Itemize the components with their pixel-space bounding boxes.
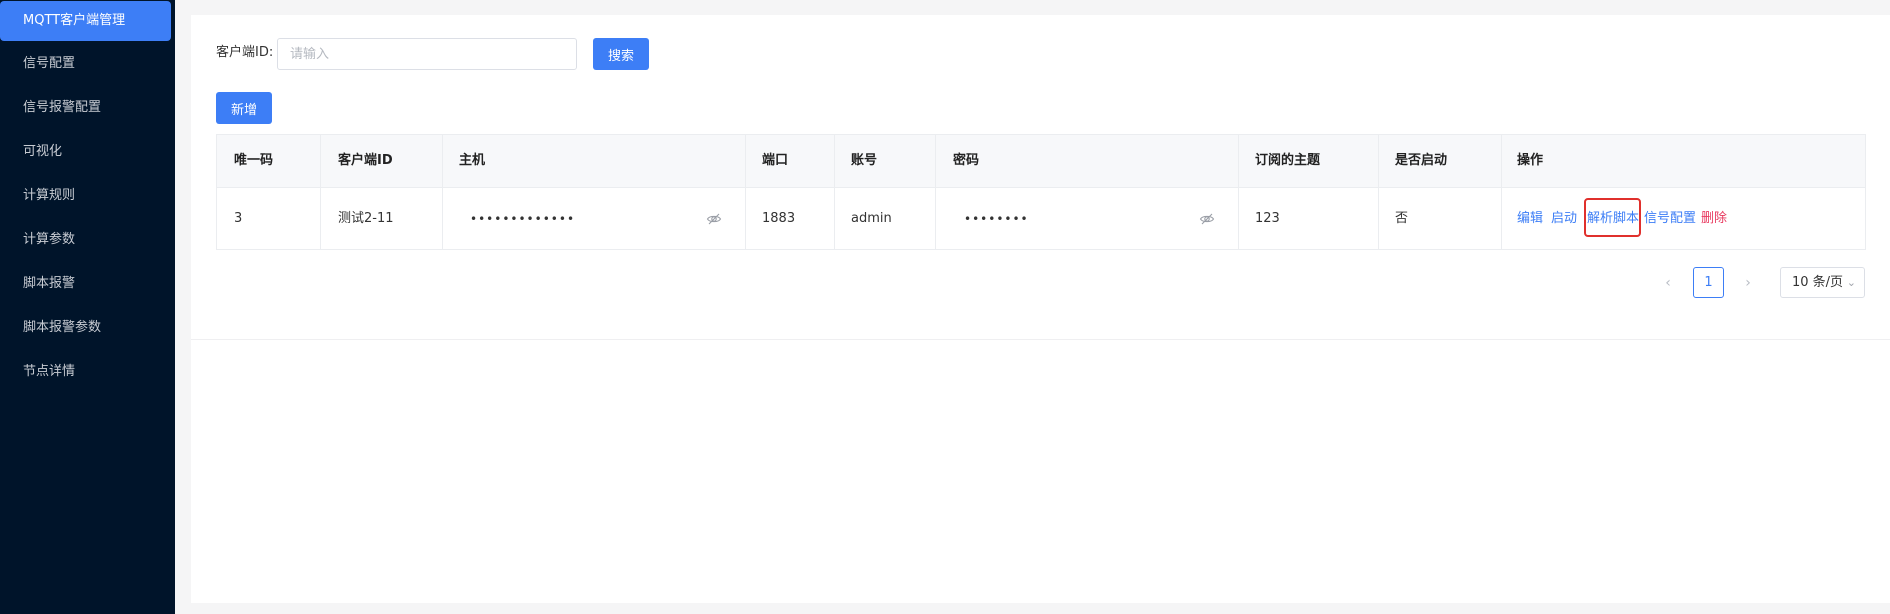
cell-password-masked: •••••••• [964, 212, 1029, 226]
chevron-down-icon: ⌄ [1846, 276, 1856, 289]
edit-link[interactable]: 编辑 [1517, 211, 1543, 227]
cell-account: admin [851, 211, 892, 226]
column-header-id: 唯一码 [234, 153, 274, 168]
page-number-current[interactable]: 1 [1693, 267, 1724, 298]
sidebar: MQTT客户端管理 信号配置 信号报警配置 可视化 计算规则 计算参数 脚本报警… [0, 0, 175, 614]
cell-port: 1883 [762, 211, 796, 226]
delete-link[interactable]: 删除 [1701, 211, 1727, 227]
next-page-button[interactable]: › [1740, 270, 1756, 296]
sidebar-item-signal-config[interactable]: 信号配置 [0, 44, 171, 84]
column-header-actions: 操作 [1517, 153, 1544, 168]
eye-off-icon[interactable] [1199, 211, 1215, 227]
signal-config-link[interactable]: 信号配置 [1644, 211, 1696, 227]
cell-client-id: 测试2-11 [338, 211, 394, 226]
table-header: 唯一码 客户端ID 主机 端口 账号 密码 订阅的主题 是否启动 操作 [217, 135, 1865, 188]
sidebar-item-script-alarm-params[interactable]: 脚本报警参数 [0, 308, 171, 348]
cell-topic: 123 [1255, 211, 1280, 226]
column-header-client-id: 客户端ID [338, 153, 393, 168]
sidebar-item-node-details[interactable]: 节点详情 [0, 352, 171, 392]
search-label: 客户端ID: [216, 45, 274, 60]
client-id-search-input[interactable] [277, 38, 577, 70]
eye-off-icon[interactable] [706, 211, 722, 227]
column-header-host: 主机 [459, 153, 486, 168]
sidebar-item-calculation-rules[interactable]: 计算规则 [0, 176, 171, 216]
column-header-topic: 订阅的主题 [1255, 153, 1321, 168]
column-header-password: 密码 [953, 153, 980, 168]
content-card [191, 15, 1890, 603]
sidebar-item-visualization[interactable]: 可视化 [0, 132, 171, 172]
add-button[interactable]: 新增 [216, 92, 272, 124]
card-divider [191, 339, 1890, 340]
column-header-account: 账号 [851, 153, 878, 168]
highlight-box [1584, 198, 1641, 237]
sidebar-item-calculation-params[interactable]: 计算参数 [0, 220, 171, 260]
sidebar-item-script-alarm[interactable]: 脚本报警 [0, 264, 171, 304]
page-size-select[interactable]: 10 条/页 ⌄ [1780, 267, 1865, 298]
cell-id: 3 [234, 211, 243, 226]
sidebar-item-signal-alarm-config[interactable]: 信号报警配置 [0, 88, 171, 128]
search-button[interactable]: 搜索 [593, 38, 649, 70]
page-size-value: 10 条/页 [1792, 275, 1844, 290]
sidebar-item-mqtt-client-management[interactable]: MQTT客户端管理 [0, 1, 171, 41]
start-link[interactable]: 启动 [1551, 211, 1577, 227]
cell-enabled: 否 [1395, 211, 1409, 226]
column-header-enabled: 是否启动 [1395, 153, 1448, 168]
prev-page-button[interactable]: ‹ [1660, 270, 1676, 296]
column-header-port: 端口 [762, 153, 789, 168]
cell-host-masked: ••••••••••••• [470, 212, 576, 226]
